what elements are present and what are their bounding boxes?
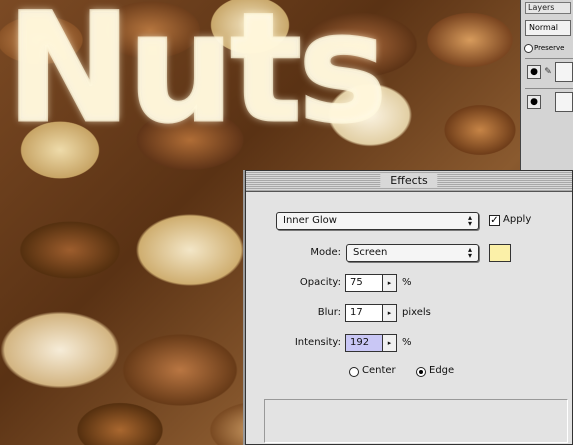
- intensity-field[interactable]: 192 ▸: [345, 334, 397, 352]
- apply-checkbox[interactable]: ✓: [489, 215, 500, 226]
- mode-label: Mode:: [310, 247, 341, 258]
- nuts-text-layer: Nuts: [4, 0, 388, 156]
- blur-field[interactable]: 17 ▸: [345, 304, 397, 322]
- opacity-field[interactable]: 75 ▸: [345, 274, 397, 292]
- brush-icon: [543, 95, 553, 109]
- layers-tab[interactable]: Layers: [525, 2, 571, 14]
- dialog-title: Effects: [380, 174, 438, 188]
- intensity-label: Intensity:: [294, 337, 341, 348]
- edge-radio[interactable]: [416, 367, 426, 377]
- effect-type-select[interactable]: Inner Glow ▴ ▾: [276, 212, 479, 230]
- updown-arrows-icon: ▴ ▾: [467, 213, 472, 228]
- eye-icon[interactable]: ●: [527, 95, 541, 109]
- eye-icon[interactable]: ●: [527, 65, 541, 79]
- preserve-transparency-option[interactable]: Preserve: [524, 42, 573, 54]
- blur-label: Blur:: [317, 307, 341, 318]
- mode-value: Screen: [353, 247, 388, 258]
- layers-palette: Layers Normal Preserve ● ✎ ●: [520, 0, 573, 170]
- blur-unit: pixels: [402, 307, 431, 318]
- layer-thumbnail: [555, 62, 573, 82]
- opacity-unit: %: [402, 277, 412, 288]
- stepper-arrow-icon[interactable]: ▸: [382, 305, 396, 321]
- intensity-value: 192: [350, 337, 370, 348]
- mode-select[interactable]: Screen ▴ ▾: [346, 244, 479, 262]
- effects-dialog: Effects Inner Glow ▴ ▾ ✓ Apply Mode: Scre…: [245, 170, 573, 445]
- edge-label: Edge: [429, 365, 455, 376]
- blur-value: 17: [350, 307, 363, 318]
- center-label: Center: [362, 365, 396, 376]
- stepper-arrow-icon[interactable]: ▸: [382, 335, 396, 351]
- updown-arrows-icon: ▴ ▾: [467, 245, 472, 260]
- brush-icon: ✎: [544, 67, 552, 77]
- layer-row-text[interactable]: ● ✎: [525, 58, 573, 85]
- opacity-value: 75: [350, 277, 363, 288]
- effect-type-value: Inner Glow: [283, 215, 337, 226]
- preserve-radio[interactable]: [524, 43, 533, 53]
- intensity-unit: %: [402, 337, 412, 348]
- dialog-divider-panel: [264, 399, 568, 443]
- layer-thumbnail: [555, 92, 573, 112]
- dialog-titlebar[interactable]: Effects: [246, 171, 572, 192]
- layer-row-background[interactable]: ●: [525, 88, 573, 115]
- stepper-arrow-icon[interactable]: ▸: [382, 275, 396, 291]
- apply-label: Apply: [503, 214, 532, 225]
- preserve-label: Preserve: [534, 44, 565, 52]
- center-radio[interactable]: [349, 367, 359, 377]
- glow-color-swatch[interactable]: [489, 244, 511, 262]
- opacity-label: Opacity:: [299, 277, 341, 288]
- blend-mode-select[interactable]: Normal: [525, 20, 571, 36]
